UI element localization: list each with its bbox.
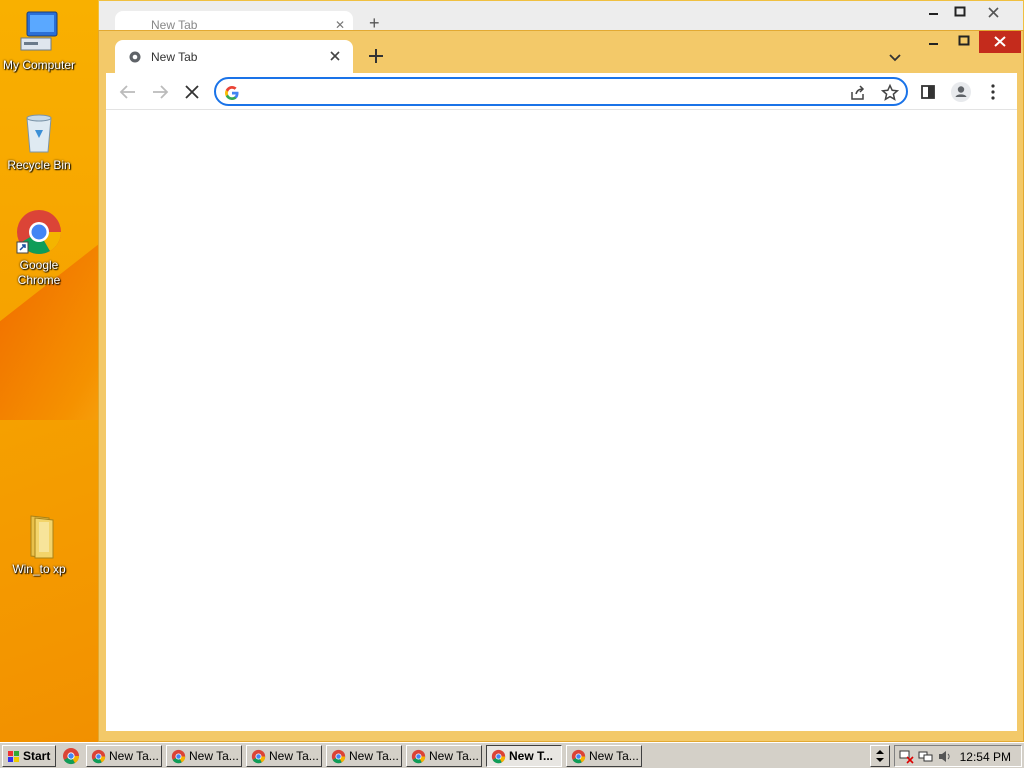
taskbar-button[interactable]: New Ta... — [86, 745, 162, 767]
chrome-icon — [15, 208, 63, 256]
new-tab-button[interactable] — [363, 43, 389, 69]
taskbar-button-label: New Ta... — [189, 749, 239, 763]
taskbar-button[interactable]: New Ta... — [246, 745, 322, 767]
stop-button[interactable] — [180, 80, 204, 104]
taskbar-button-label: New Ta... — [109, 749, 159, 763]
wallpaper-shape — [0, 420, 100, 742]
desktop-icon-label: Google Chrome — [17, 258, 61, 287]
network-icon[interactable] — [918, 749, 933, 764]
address-input[interactable] — [246, 83, 826, 101]
clock[interactable]: 12:54 PM — [960, 750, 1011, 764]
system-tray: 12:54 PM — [894, 745, 1022, 767]
taskbar-button[interactable]: New Ta... — [566, 745, 642, 767]
forward-button[interactable] — [148, 80, 172, 104]
close-tab-button[interactable] — [325, 46, 345, 66]
start-label: Start — [23, 749, 51, 763]
tab-new-tab[interactable]: New Tab — [115, 40, 353, 73]
desktop-icon-label: Win_to xp — [12, 562, 66, 576]
plus-icon — [369, 49, 383, 63]
folder-icon — [15, 512, 63, 560]
desktop-icon-google-chrome[interactable]: Google Chrome — [0, 208, 78, 288]
taskbar-button-label: New Ta... — [589, 749, 639, 763]
up-down-arrow-icon — [876, 750, 884, 762]
minimize-button[interactable] — [919, 31, 949, 53]
back-button[interactable] — [116, 80, 140, 104]
taskbar-button-active[interactable]: New T... — [486, 745, 562, 767]
address-bar[interactable] — [214, 77, 908, 106]
desktop-icon-my-computer[interactable]: My Computer — [0, 8, 78, 73]
tab-search-button[interactable] — [883, 45, 907, 69]
desktop-icon-win-to-xp[interactable]: Win_to xp — [0, 512, 78, 577]
background-browser-window[interactable]: New Tab ✕ + — [98, 0, 1024, 35]
close-window-button[interactable] — [979, 31, 1021, 53]
desktop-icon-label: My Computer — [2, 58, 76, 72]
back-icon — [119, 85, 135, 99]
chrome-icon[interactable] — [62, 747, 80, 765]
taskbar-button[interactable]: New Ta... — [406, 745, 482, 767]
volume-icon[interactable] — [937, 749, 952, 764]
close-icon[interactable] — [987, 6, 1001, 20]
chrome-icon — [491, 749, 506, 764]
chrome-icon — [91, 749, 106, 764]
maximize-icon[interactable] — [954, 6, 968, 18]
minimize-icon — [929, 43, 938, 45]
chrome-icon — [171, 749, 186, 764]
maximize-button[interactable] — [949, 31, 979, 53]
taskbar-button[interactable]: New Ta... — [166, 745, 242, 767]
stop-icon — [185, 85, 199, 99]
computer-icon — [15, 8, 63, 56]
desktop-icon-recycle-bin[interactable]: Recycle Bin — [0, 108, 78, 173]
profile-button[interactable] — [949, 80, 973, 104]
chrome-icon — [411, 749, 426, 764]
title-bar[interactable]: New Tab — [99, 31, 1023, 73]
desktop-icon-label: Recycle Bin — [7, 158, 71, 172]
browser-window: New Tab — [98, 30, 1024, 742]
maximize-icon — [958, 35, 970, 46]
windows-flag-icon — [8, 751, 19, 762]
close-icon — [994, 36, 1006, 47]
menu-button[interactable] — [981, 80, 1005, 104]
chevron-down-icon — [889, 54, 901, 62]
menu-icon — [991, 84, 995, 100]
start-button[interactable]: Start — [2, 745, 56, 767]
taskbar-button-label: New Ta... — [349, 749, 399, 763]
taskbar-button-label: New Ta... — [269, 749, 319, 763]
chrome-icon — [251, 749, 266, 764]
minimize-icon[interactable] — [927, 7, 941, 17]
taskbar-scroll-buttons[interactable] — [870, 745, 890, 767]
share-icon[interactable] — [848, 83, 868, 103]
google-icon — [225, 86, 239, 100]
chrome-icon — [571, 749, 586, 764]
page-content[interactable] — [106, 109, 1017, 731]
taskbar-button-label: New T... — [509, 749, 554, 763]
taskbar-button[interactable]: New Ta... — [326, 745, 402, 767]
forward-icon — [153, 85, 169, 99]
side-panel-button[interactable] — [916, 80, 940, 104]
chrome-icon — [129, 51, 141, 63]
chrome-icon — [331, 749, 346, 764]
star-icon[interactable] — [880, 83, 900, 103]
taskbar: Start New Ta... New Ta... New Ta... New … — [0, 742, 1024, 768]
profile-icon — [951, 82, 971, 102]
tab-title: New Tab — [151, 50, 198, 64]
recycle-bin-icon — [15, 108, 63, 156]
network-icon[interactable] — [899, 749, 914, 764]
taskbar-button-label: New Ta... — [429, 749, 479, 763]
browser-toolbar — [106, 73, 1017, 109]
side-panel-icon — [921, 85, 935, 99]
close-icon — [330, 51, 340, 61]
